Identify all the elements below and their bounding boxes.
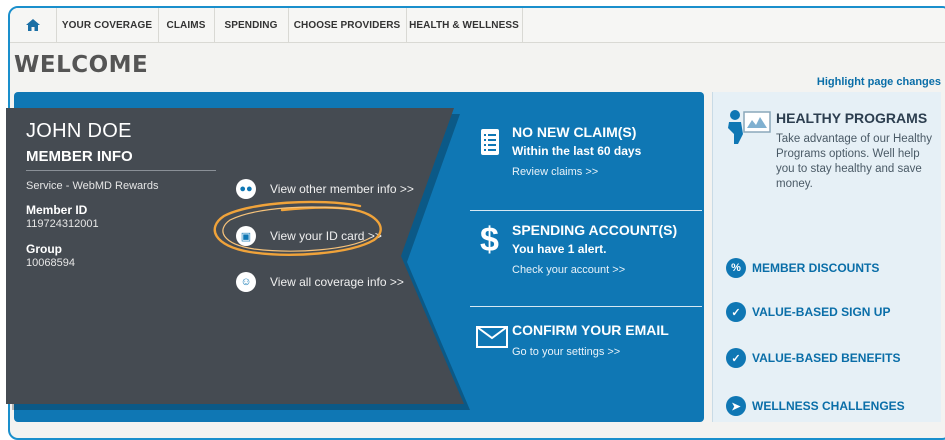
review-claims-link[interactable]: Review claims >> xyxy=(512,166,598,178)
email-action: CONFIRM YOUR EMAIL Go to your settings >… xyxy=(472,322,704,372)
nav-choose-providers[interactable]: CHOOSE PROVIDERS xyxy=(288,8,407,42)
top-nav: YOUR COVERAGE CLAIMS SPENDING CHOOSE PRO… xyxy=(10,8,945,43)
healthy-programs-title: HEALTHY PROGRAMS xyxy=(776,110,928,126)
view-all-coverage-link[interactable]: ☺ View all coverage info >> xyxy=(236,271,404,293)
dollar-icon: $ xyxy=(480,221,499,259)
claims-title: NO NEW CLAIM(S) xyxy=(512,124,637,140)
value-based-sign-up-label: VALUE-BASED SIGN UP xyxy=(752,305,891,319)
nav-health-wellness[interactable]: HEALTH & WELLNESS xyxy=(406,8,523,42)
member-info-divider xyxy=(26,170,216,171)
action-divider-2 xyxy=(470,306,702,307)
healthy-programs-text: Take advantage of our Healthy Programs o… xyxy=(776,133,932,190)
value-based-sign-up-link[interactable]: ✓ VALUE-BASED SIGN UP xyxy=(726,300,890,324)
clipboard-icon: ✓ xyxy=(726,302,746,322)
runner-icon: ➤ xyxy=(726,396,746,416)
member-info-heading: MEMBER INFO xyxy=(26,148,133,165)
spending-action: $ SPENDING ACCOUNT(S) You have 1 alert. … xyxy=(472,222,704,282)
member-discounts-link[interactable]: % MEMBER DISCOUNTS xyxy=(726,256,879,280)
member-id-value: 119724312001 xyxy=(26,218,99,230)
group-label: Group xyxy=(26,242,62,256)
document-list-icon xyxy=(481,129,499,155)
go-to-settings-link[interactable]: Go to your settings >> xyxy=(512,346,620,358)
nav-claims[interactable]: CLAIMS xyxy=(158,8,215,42)
email-title: CONFIRM YOUR EMAIL xyxy=(512,322,669,338)
highlight-scribble xyxy=(213,200,382,256)
wellness-challenges-label: WELLNESS CHALLENGES xyxy=(752,399,905,413)
view-other-member-info-label: View other member info >> xyxy=(270,182,414,196)
nav-spending[interactable]: SPENDING xyxy=(214,8,289,42)
service-text: Service - WebMD Rewards xyxy=(26,180,159,192)
healthy-programs-icon xyxy=(728,110,771,144)
member-id-label: Member ID xyxy=(26,203,88,217)
discount-icon: % xyxy=(726,258,746,278)
nav-your-coverage[interactable]: YOUR COVERAGE xyxy=(56,8,159,42)
members-icon: ●● xyxy=(236,179,256,199)
claims-action: NO NEW CLAIM(S) Within the last 60 days … xyxy=(472,124,704,184)
family-icon: ☺ xyxy=(236,272,256,292)
highlight-page-changes-link[interactable]: Highlight page changes xyxy=(817,76,941,88)
view-other-member-info-link[interactable]: ●● View other member info >> xyxy=(236,178,414,200)
value-based-benefits-label: VALUE-BASED BENEFITS xyxy=(752,351,901,365)
home-icon xyxy=(26,19,40,31)
clipboard-check-icon: ✓ xyxy=(726,348,746,368)
member-name: JOHN DOE xyxy=(26,120,132,142)
wellness-challenges-link[interactable]: ➤ WELLNESS CHALLENGES xyxy=(726,394,905,418)
envelope-icon xyxy=(476,326,508,348)
spending-title: SPENDING ACCOUNT(S) xyxy=(512,222,678,238)
nav-home-button[interactable] xyxy=(10,8,57,42)
claims-subtitle: Within the last 60 days xyxy=(512,144,642,158)
group-value: 10068594 xyxy=(26,257,75,269)
page-title: WELCOME xyxy=(14,52,149,78)
check-account-link[interactable]: Check your account >> xyxy=(512,264,625,276)
action-divider-1 xyxy=(470,210,702,211)
view-all-coverage-label: View all coverage info >> xyxy=(270,275,404,289)
value-based-benefits-link[interactable]: ✓ VALUE-BASED BENEFITS xyxy=(726,346,900,370)
spending-alert: You have 1 alert. xyxy=(512,242,607,256)
member-discounts-label: MEMBER DISCOUNTS xyxy=(752,261,880,275)
